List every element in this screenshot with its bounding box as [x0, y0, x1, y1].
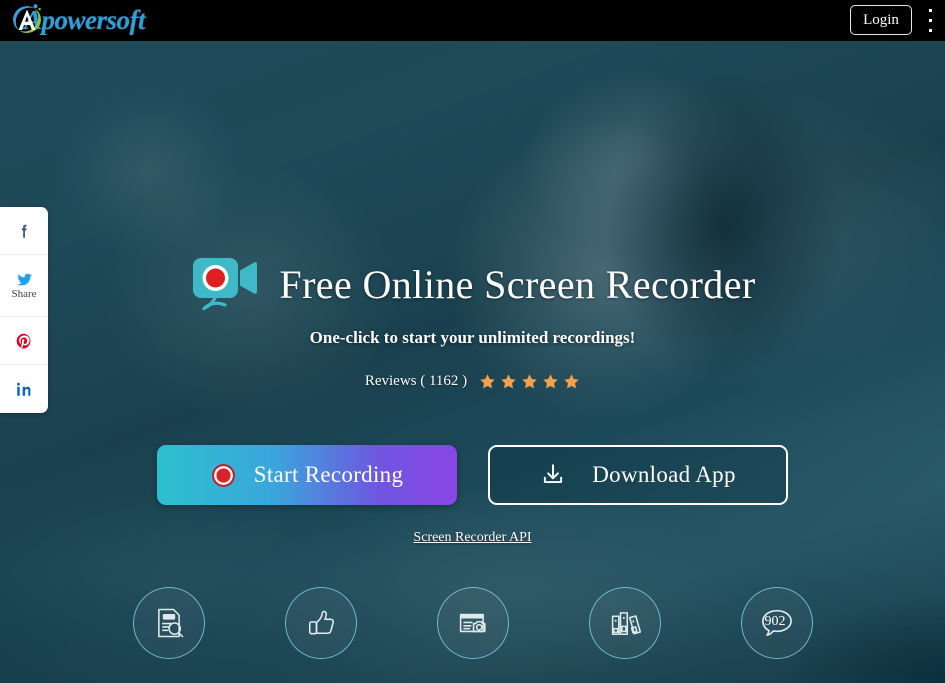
social-share-linkedin[interactable] [0, 365, 48, 413]
kebab-menu-icon[interactable] [923, 9, 937, 32]
kebab-dot [928, 9, 932, 12]
social-share-label: Share [11, 288, 37, 300]
star-icon [521, 373, 538, 390]
reviews-label: Reviews ( 1162 ) [364, 373, 468, 389]
star-icon [563, 373, 580, 390]
pinterest-icon [16, 333, 31, 349]
record-dot-icon [211, 463, 236, 488]
hero-section: Share Free Online Screen Recorder One-cl… [0, 41, 945, 683]
login-button[interactable]: Login [850, 5, 912, 35]
feature-document-search[interactable] [132, 587, 205, 659]
cta-button-row: Start Recording Download App [0, 445, 945, 505]
linkedin-icon [17, 382, 31, 396]
start-recording-label: Start Recording [253, 462, 404, 487]
video-camera-record-icon [189, 254, 261, 316]
hero-title-row: Free Online Screen Recorder [0, 254, 945, 316]
social-share-rail: Share [0, 207, 48, 413]
feature-icon-row: 902 [0, 587, 945, 659]
screen-recorder-api-link[interactable]: Screen Recorder API [413, 530, 531, 545]
feature-library[interactable] [588, 587, 661, 659]
feature-screenshot[interactable] [436, 587, 509, 659]
star-icon [500, 373, 517, 390]
reviews-block: Reviews ( 1162 ) [0, 373, 945, 390]
hero-subtitle: One-click to start your unlimited record… [309, 328, 636, 347]
api-link-wrap: Screen Recorder API [0, 528, 945, 546]
page-title: Free Online Screen Recorder [279, 262, 756, 307]
star-rating [479, 373, 580, 390]
books-icon [611, 612, 641, 636]
social-share-facebook[interactable] [0, 207, 48, 255]
site-logo[interactable]: Apowersoft [10, 2, 146, 38]
facebook-icon [21, 224, 27, 238]
download-arrow-icon [540, 462, 566, 488]
feature-comments[interactable]: 902 [740, 587, 813, 659]
document-magnifier-icon [157, 608, 183, 638]
download-app-button[interactable]: Download App [488, 445, 788, 505]
download-app-label: Download App [592, 462, 736, 487]
document-camera-icon [459, 613, 486, 633]
thumbs-up-icon [308, 610, 334, 635]
apowersoft-logo-icon [10, 3, 44, 37]
star-icon [479, 373, 496, 390]
star-icon [542, 373, 559, 390]
kebab-dot [928, 29, 932, 32]
feature-thumbs-up[interactable] [284, 587, 357, 659]
speech-bubble-icon [761, 609, 792, 637]
social-share-twitter[interactable]: Share [0, 255, 48, 317]
kebab-dot [928, 19, 932, 22]
start-recording-button[interactable]: Start Recording [157, 445, 457, 505]
top-bar: Apowersoft Login [0, 0, 945, 41]
twitter-icon [16, 273, 32, 286]
social-share-pinterest[interactable] [0, 317, 48, 365]
